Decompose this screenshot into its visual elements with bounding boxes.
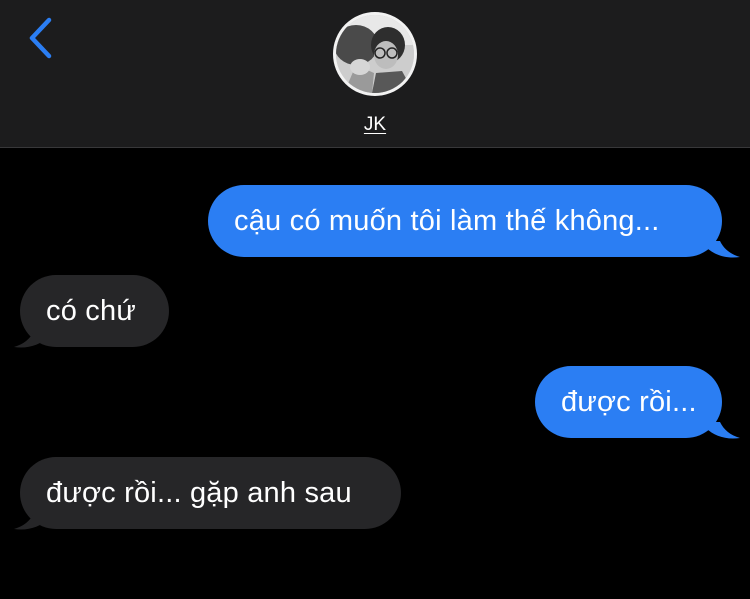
- conversation-header: JK: [0, 0, 750, 148]
- back-button[interactable]: [18, 14, 62, 62]
- chevron-left-icon: [29, 17, 52, 59]
- bubble-tail: [706, 241, 740, 258]
- message-bubble-sent[interactable]: cậu có muốn tôi làm thế không...: [208, 185, 722, 257]
- message-bubble-sent[interactable]: được rồi...: [535, 366, 722, 438]
- message-text: được rồi...: [561, 386, 697, 418]
- bubble-tail: [14, 513, 48, 530]
- bubble-tail: [14, 331, 48, 348]
- message-text: được rồi... gặp anh sau: [46, 477, 352, 509]
- profile-photo: [336, 15, 414, 93]
- messages-screen: JK cậu có muốn tôi làm thế không... có c…: [0, 0, 750, 599]
- message-text: có chứ: [46, 295, 136, 327]
- message-bubble-received[interactable]: được rồi... gặp anh sau: [20, 457, 401, 529]
- contact-avatar[interactable]: [333, 12, 417, 96]
- message-text: cậu có muốn tôi làm thế không...: [234, 205, 660, 237]
- message-thread: cậu có muốn tôi làm thế không... có chứ …: [0, 148, 750, 599]
- bubble-tail: [706, 422, 740, 439]
- contact-name[interactable]: JK: [0, 114, 750, 136]
